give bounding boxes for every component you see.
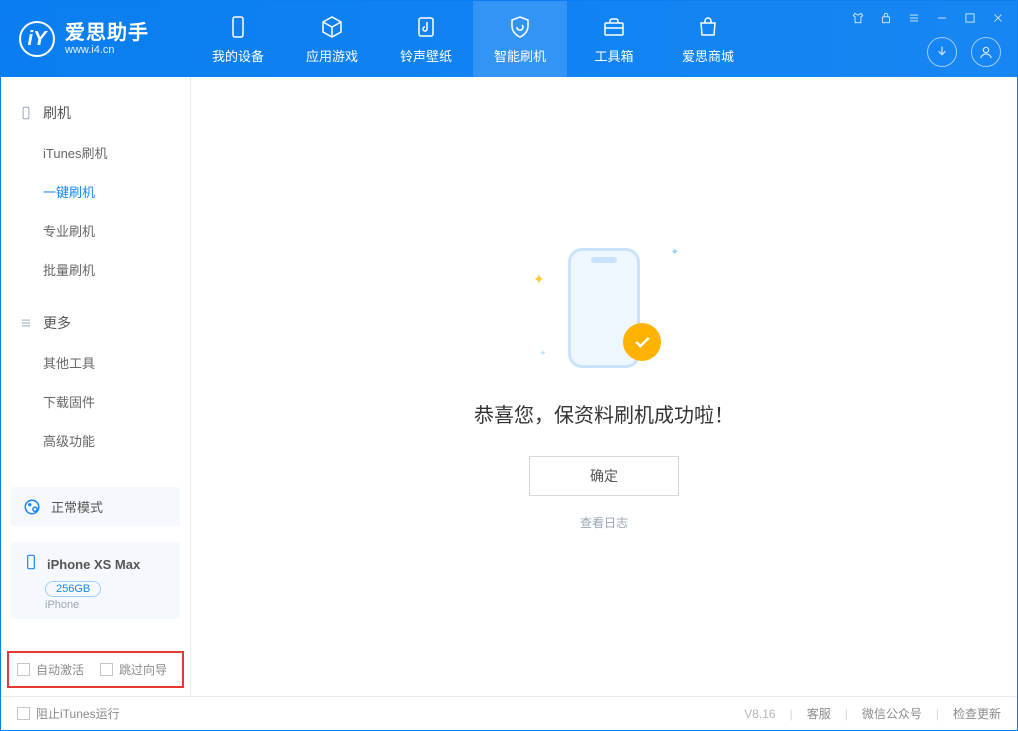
maximize-icon[interactable] — [961, 9, 979, 27]
sidebar-group-more: 更多 — [1, 307, 190, 343]
bag-icon — [695, 14, 721, 40]
wechat-link[interactable]: 微信公众号 — [862, 705, 922, 722]
cube-icon — [319, 14, 345, 40]
sidebar-item-advanced[interactable]: 高级功能 — [1, 421, 190, 460]
sidebar-scroll: 刷机 iTunes刷机 一键刷机 专业刷机 批量刷机 更多 其他工具 下载固件 … — [1, 77, 190, 479]
tab-toolbox[interactable]: 工具箱 — [567, 1, 661, 77]
check-update-link[interactable]: 检查更新 — [953, 705, 1001, 722]
statusbar: 阻止iTunes运行 V8.16 | 客服 | 微信公众号 | 检查更新 — [1, 696, 1017, 730]
shirt-icon[interactable] — [849, 9, 867, 27]
lock-icon[interactable] — [877, 9, 895, 27]
logo-letter: iY — [28, 28, 47, 51]
checkbox-label: 自动激活 — [36, 661, 84, 678]
toolbox-icon — [601, 14, 627, 40]
menu-icon[interactable] — [905, 9, 923, 27]
tab-smart-flash[interactable]: 智能刷机 — [473, 1, 567, 77]
body: 刷机 iTunes刷机 一键刷机 专业刷机 批量刷机 更多 其他工具 下载固件 … — [1, 77, 1017, 696]
sidebar-item-pro-flash[interactable]: 专业刷机 — [1, 211, 190, 250]
logo-text: 爱思助手 www.i4.cn — [65, 22, 149, 56]
app-name-cn: 爱思助手 — [65, 22, 149, 44]
mode-label: 正常模式 — [51, 497, 103, 516]
checkbox-label: 阻止iTunes运行 — [36, 705, 120, 722]
close-icon[interactable] — [989, 9, 1007, 27]
device-phone-icon — [23, 554, 39, 575]
checkbox-block-itunes[interactable]: 阻止iTunes运行 — [17, 705, 120, 722]
mode-normal-icon — [23, 498, 41, 516]
app-name-en: www.i4.cn — [65, 44, 149, 56]
tab-label: 爱思商城 — [682, 46, 734, 65]
support-link[interactable]: 客服 — [807, 705, 831, 722]
phone-small-icon — [19, 106, 33, 120]
minimize-icon[interactable] — [933, 9, 951, 27]
phone-icon — [225, 14, 251, 40]
user-icon[interactable] — [971, 37, 1001, 67]
main-content: ✦ ✦ ✦ 恭喜您，保资料刷机成功啦！ 确定 查看日志 — [191, 77, 1017, 696]
sparkle-icon: ✦ — [533, 271, 545, 288]
tab-label: 铃声壁纸 — [400, 46, 452, 65]
app-window: iY 爱思助手 www.i4.cn 我的设备 应用游戏 铃声壁纸 智能刷机 — [0, 0, 1018, 731]
sparkle-icon: ✦ — [539, 348, 547, 359]
device-card[interactable]: iPhone XS Max 256GB iPhone — [11, 542, 180, 619]
music-note-icon — [413, 14, 439, 40]
window-controls — [849, 9, 1007, 27]
logo-icon: iY — [19, 21, 55, 57]
version-label: V8.16 — [744, 707, 775, 721]
ok-button[interactable]: 确定 — [529, 456, 679, 496]
options-highlight-box: 自动激活 跳过向导 — [7, 651, 184, 688]
tab-ringtones-wallpaper[interactable]: 铃声壁纸 — [379, 1, 473, 77]
success-headline: 恭喜您，保资料刷机成功啦！ — [474, 399, 734, 428]
device-name: iPhone XS Max — [47, 557, 140, 572]
tab-store[interactable]: 爱思商城 — [661, 1, 755, 77]
device-type: iPhone — [45, 599, 168, 611]
download-icon[interactable] — [927, 37, 957, 67]
sidebar-item-batch-flash[interactable]: 批量刷机 — [1, 250, 190, 289]
sidebar-group-title: 更多 — [43, 313, 71, 333]
sidebar-group-title: 刷机 — [43, 103, 71, 123]
tab-label: 智能刷机 — [494, 46, 546, 65]
sparkle-icon: ✦ — [671, 247, 679, 258]
checkbox-skip-guide[interactable]: 跳过向导 — [100, 661, 167, 678]
list-icon — [19, 316, 33, 330]
tab-label: 我的设备 — [212, 46, 264, 65]
sidebar-item-oneclick-flash[interactable]: 一键刷机 — [1, 172, 190, 211]
tab-my-device[interactable]: 我的设备 — [191, 1, 285, 77]
device-capacity: 256GB — [45, 581, 101, 597]
tab-apps-games[interactable]: 应用游戏 — [285, 1, 379, 77]
sidebar-group-flash: 刷机 — [1, 97, 190, 133]
checkbox-auto-activate[interactable]: 自动激活 — [17, 661, 84, 678]
sidebar: 刷机 iTunes刷机 一键刷机 专业刷机 批量刷机 更多 其他工具 下载固件 … — [1, 77, 191, 696]
shield-refresh-icon — [507, 14, 533, 40]
titlebar-round-buttons — [927, 37, 1001, 67]
titlebar: iY 爱思助手 www.i4.cn 我的设备 应用游戏 铃声壁纸 智能刷机 — [1, 1, 1017, 77]
tab-label: 应用游戏 — [306, 46, 358, 65]
mode-card[interactable]: 正常模式 — [11, 487, 180, 526]
sidebar-item-other-tools[interactable]: 其他工具 — [1, 343, 190, 382]
checkmark-badge-icon — [623, 323, 661, 361]
view-log-link[interactable]: 查看日志 — [580, 514, 628, 531]
checkbox-label: 跳过向导 — [119, 661, 167, 678]
sidebar-item-download-firmware[interactable]: 下载固件 — [1, 382, 190, 421]
success-illustration: ✦ ✦ ✦ — [539, 243, 669, 373]
main-tabs: 我的设备 应用游戏 铃声壁纸 智能刷机 工具箱 爱思商城 — [191, 1, 755, 77]
tab-label: 工具箱 — [594, 46, 633, 65]
sidebar-item-itunes-flash[interactable]: iTunes刷机 — [1, 133, 190, 172]
logo-area: iY 爱思助手 www.i4.cn — [1, 21, 191, 57]
